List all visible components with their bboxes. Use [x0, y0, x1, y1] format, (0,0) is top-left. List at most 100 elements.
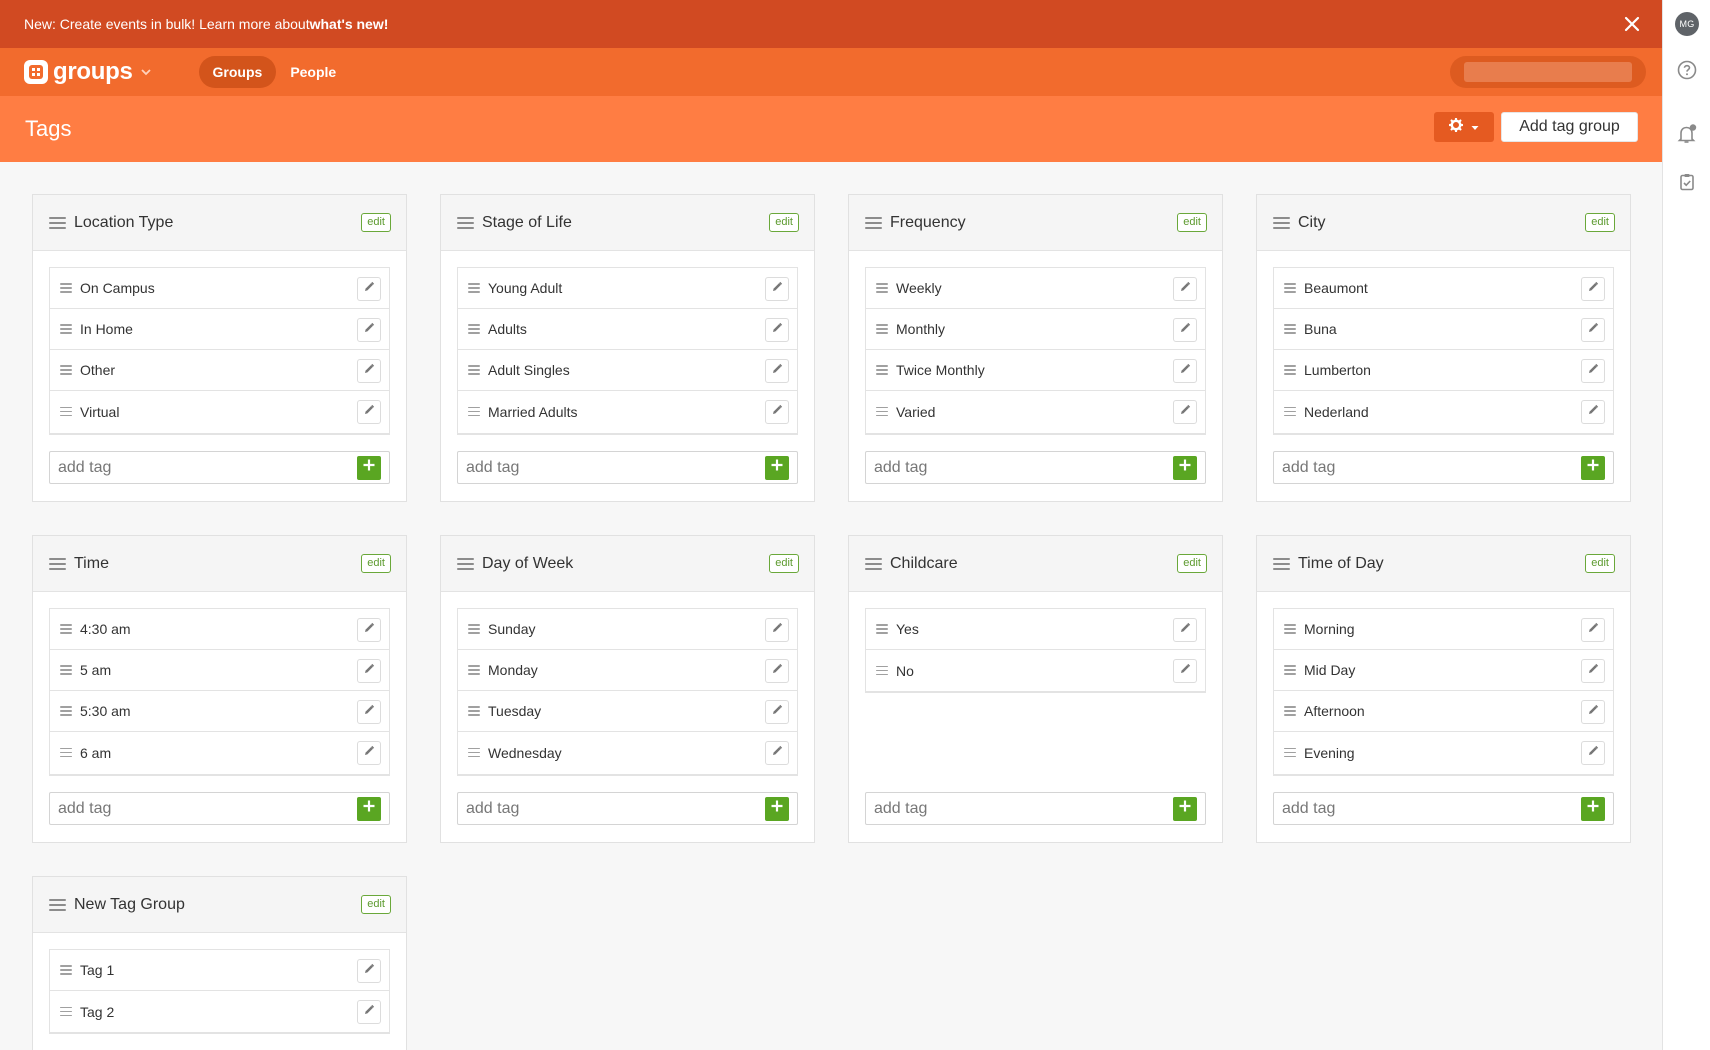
drag-handle-icon[interactable] — [468, 281, 480, 296]
drag-handle-icon[interactable] — [49, 555, 66, 573]
edit-tag-button[interactable] — [1581, 659, 1605, 683]
add-tag-button[interactable] — [1581, 455, 1605, 480]
search-input[interactable] — [1450, 56, 1646, 88]
edit-tag-button[interactable] — [357, 659, 381, 683]
edit-tag-button[interactable] — [1581, 318, 1605, 342]
edit-tag-button[interactable] — [357, 400, 381, 424]
add-tag-input[interactable] — [58, 799, 357, 818]
drag-handle-icon[interactable] — [1284, 281, 1296, 296]
drag-handle-icon[interactable] — [1284, 404, 1296, 419]
edit-tag-button[interactable] — [1173, 618, 1197, 642]
edit-tag-button[interactable] — [357, 959, 381, 983]
add-tag-input[interactable] — [58, 458, 357, 477]
drag-handle-icon[interactable] — [60, 963, 72, 978]
drag-handle-icon[interactable] — [60, 322, 72, 337]
user-menu[interactable]: MG — [1663, 0, 1710, 48]
add-tag-button[interactable] — [1173, 796, 1197, 821]
drag-handle-icon[interactable] — [1284, 363, 1296, 378]
add-tag-button[interactable] — [1581, 796, 1605, 821]
edit-tag-group-button[interactable]: edit — [361, 895, 391, 914]
edit-tag-button[interactable] — [357, 618, 381, 642]
drag-handle-icon[interactable] — [876, 322, 888, 337]
drag-handle-icon[interactable] — [60, 363, 72, 378]
edit-tag-group-button[interactable]: edit — [1585, 554, 1615, 573]
edit-tag-button[interactable] — [1581, 700, 1605, 724]
edit-tag-button[interactable] — [357, 359, 381, 383]
add-tag-input[interactable] — [466, 799, 765, 818]
drag-handle-icon[interactable] — [60, 622, 72, 637]
drag-handle-icon[interactable] — [60, 745, 72, 760]
edit-tag-button[interactable] — [765, 659, 789, 683]
edit-tag-button[interactable] — [1173, 400, 1197, 424]
add-tag-input[interactable] — [1282, 458, 1581, 477]
drag-handle-icon[interactable] — [468, 622, 480, 637]
edit-tag-button[interactable] — [1581, 741, 1605, 765]
close-icon[interactable] — [1622, 14, 1642, 34]
edit-tag-button[interactable] — [1581, 277, 1605, 301]
drag-handle-icon[interactable] — [1284, 745, 1296, 760]
drag-handle-icon[interactable] — [876, 663, 888, 678]
drag-handle-icon[interactable] — [49, 896, 66, 914]
edit-tag-button[interactable] — [765, 277, 789, 301]
add-tag-input[interactable] — [874, 458, 1173, 477]
edit-tag-button[interactable] — [1581, 359, 1605, 383]
add-tag-button[interactable] — [765, 796, 789, 821]
add-tag-input[interactable] — [466, 458, 765, 477]
whats-new-link[interactable]: what's new! — [310, 16, 389, 32]
edit-tag-button[interactable] — [1173, 659, 1197, 683]
drag-handle-icon[interactable] — [865, 555, 882, 573]
notifications-button[interactable] — [1663, 112, 1710, 160]
drag-handle-icon[interactable] — [457, 214, 474, 232]
add-tag-button[interactable] — [357, 455, 381, 480]
edit-tag-group-button[interactable]: edit — [361, 213, 391, 232]
drag-handle-icon[interactable] — [876, 622, 888, 637]
tab-people[interactable]: People — [276, 56, 350, 88]
add-tag-group-button[interactable]: Add tag group — [1501, 112, 1638, 142]
edit-tag-button[interactable] — [765, 741, 789, 765]
edit-tag-button[interactable] — [357, 741, 381, 765]
drag-handle-icon[interactable] — [60, 663, 72, 678]
drag-handle-icon[interactable] — [468, 704, 480, 719]
drag-handle-icon[interactable] — [468, 322, 480, 337]
drag-handle-icon[interactable] — [468, 745, 480, 760]
drag-handle-icon[interactable] — [876, 281, 888, 296]
drag-handle-icon[interactable] — [60, 404, 72, 419]
edit-tag-button[interactable] — [1581, 618, 1605, 642]
edit-tag-group-button[interactable]: edit — [1177, 213, 1207, 232]
drag-handle-icon[interactable] — [468, 404, 480, 419]
drag-handle-icon[interactable] — [1273, 214, 1290, 232]
drag-handle-icon[interactable] — [49, 214, 66, 232]
drag-handle-icon[interactable] — [1284, 663, 1296, 678]
drag-handle-icon[interactable] — [876, 363, 888, 378]
edit-tag-button[interactable] — [1173, 318, 1197, 342]
edit-tag-group-button[interactable]: edit — [1177, 554, 1207, 573]
app-switcher[interactable]: groups — [24, 58, 151, 86]
edit-tag-button[interactable] — [765, 700, 789, 724]
edit-tag-button[interactable] — [357, 277, 381, 301]
edit-tag-button[interactable] — [357, 318, 381, 342]
edit-tag-button[interactable] — [357, 700, 381, 724]
drag-handle-icon[interactable] — [865, 214, 882, 232]
drag-handle-icon[interactable] — [1273, 555, 1290, 573]
add-tag-input[interactable] — [874, 799, 1173, 818]
edit-tag-button[interactable] — [765, 318, 789, 342]
edit-tag-button[interactable] — [1173, 359, 1197, 383]
drag-handle-icon[interactable] — [457, 555, 474, 573]
tasks-button[interactable] — [1663, 160, 1710, 208]
add-tag-button[interactable] — [357, 796, 381, 821]
settings-dropdown-button[interactable] — [1434, 112, 1494, 142]
drag-handle-icon[interactable] — [1284, 322, 1296, 337]
edit-tag-button[interactable] — [765, 618, 789, 642]
tab-groups[interactable]: Groups — [198, 56, 277, 88]
edit-tag-group-button[interactable]: edit — [1585, 213, 1615, 232]
edit-tag-group-button[interactable]: edit — [769, 554, 799, 573]
edit-tag-button[interactable] — [1173, 277, 1197, 301]
drag-handle-icon[interactable] — [1284, 704, 1296, 719]
drag-handle-icon[interactable] — [1284, 622, 1296, 637]
edit-tag-group-button[interactable]: edit — [361, 554, 391, 573]
edit-tag-button[interactable] — [765, 400, 789, 424]
drag-handle-icon[interactable] — [468, 663, 480, 678]
add-tag-button[interactable] — [1173, 455, 1197, 480]
edit-tag-button[interactable] — [357, 1000, 381, 1024]
help-button[interactable] — [1663, 48, 1710, 96]
